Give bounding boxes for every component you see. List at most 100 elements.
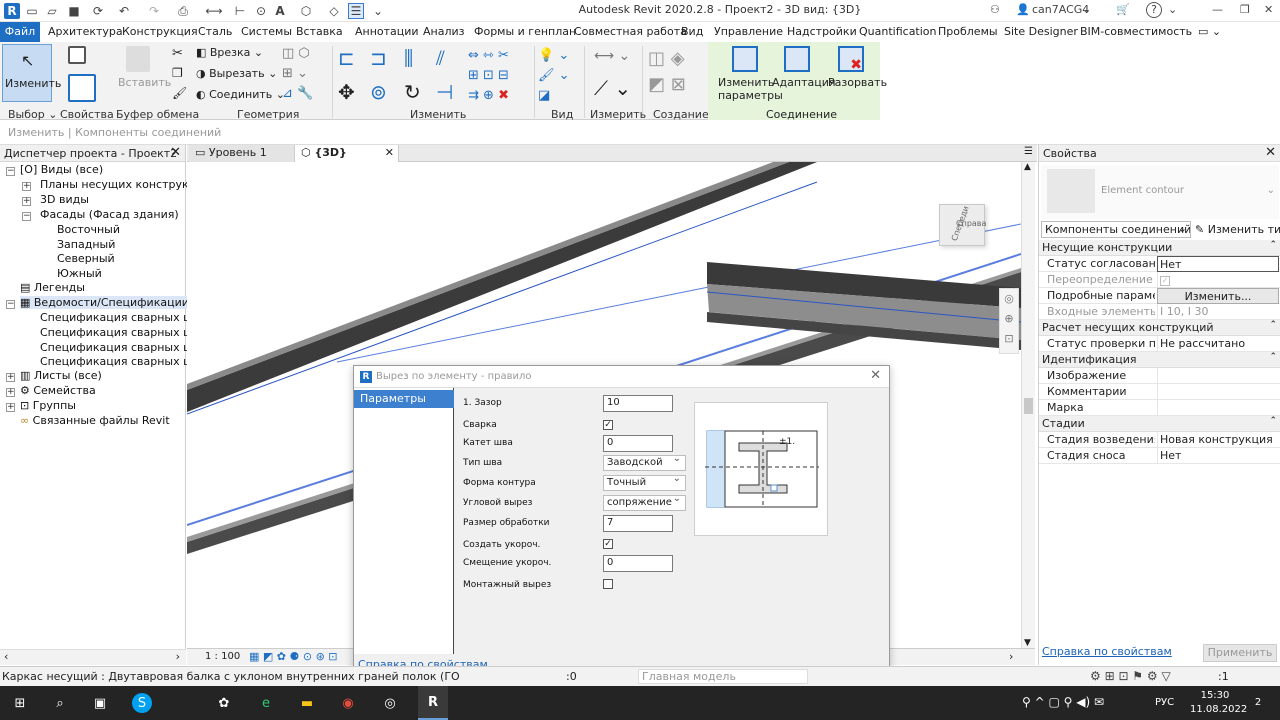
- tree-structural-plans[interactable]: Планы несущих конструкций: [40, 178, 210, 191]
- details-edit-button[interactable]: Изменить...: [1157, 288, 1279, 304]
- tab-addins[interactable]: Надстройки: [787, 25, 857, 38]
- tab-architecture[interactable]: Архитектура: [48, 25, 123, 38]
- trim-icon[interactable]: ⊣: [436, 80, 453, 104]
- browser-hscroll[interactable]: ‹ ›: [0, 649, 186, 665]
- tree-south[interactable]: Южный: [57, 267, 102, 280]
- help-dropdown-icon[interactable]: ⌄: [1168, 3, 1177, 16]
- binoculars-icon[interactable]: ⚇: [990, 3, 1000, 16]
- scissors-icon[interactable]: ✂: [172, 46, 183, 61]
- user-dropdown-icon[interactable]: ⌄: [1082, 3, 1091, 16]
- active-model[interactable]: Главная модель: [638, 669, 808, 684]
- selection-tools-icons[interactable]: ⚙ ⊞ ⊡ ⚑ ⚙ ▽: [1090, 669, 1171, 683]
- edit-params-icon[interactable]: [732, 46, 758, 72]
- tray-icons[interactable]: ⚲ ^ ▢ ⚲ ◀) ✉: [1022, 695, 1104, 709]
- properties-icon[interactable]: [68, 46, 86, 64]
- tree-east[interactable]: Восточный: [57, 223, 120, 236]
- tab-quantification[interactable]: Quantification: [859, 25, 937, 38]
- measure-tool-icon[interactable]: ⟷ ⌄: [594, 48, 630, 64]
- expand-icon[interactable]: +: [6, 388, 15, 397]
- tab-annotate[interactable]: Аннотации: [355, 25, 419, 38]
- cat-analysis[interactable]: Расчет несущих конструкций ⌃: [1039, 320, 1280, 336]
- tab-bim-interop[interactable]: BIM-совместимость: [1080, 25, 1192, 38]
- help-icon[interactable]: ?: [1146, 2, 1162, 18]
- corner-cut-select[interactable]: сопряжение: [603, 493, 686, 511]
- collapse-icon[interactable]: −: [6, 167, 15, 176]
- explorer-icon[interactable]: ▬: [297, 693, 317, 713]
- hscroll-right-icon[interactable]: ›: [1009, 650, 1013, 663]
- join-button[interactable]: ◐ Соединить ⌄: [196, 88, 285, 101]
- view-tools[interactable]: 💡 ⌄ 🖌 ⌄ ◪: [538, 46, 570, 106]
- short-offset-input[interactable]: 0: [603, 555, 673, 572]
- processing-size-input[interactable]: 7: [603, 515, 673, 532]
- redo-icon[interactable]: ↷: [146, 3, 162, 19]
- app-icon[interactable]: ✿: [214, 693, 234, 713]
- match-icon[interactable]: 🖌: [172, 86, 187, 100]
- tabs-menu-icon[interactable]: ☰: [1024, 146, 1033, 157]
- cat-identity[interactable]: Идентификация ⌃: [1039, 352, 1280, 368]
- group-select[interactable]: Выбор ⌄: [8, 108, 57, 121]
- instance-filter[interactable]: Компоненты соединений (1)⌄: [1041, 221, 1191, 238]
- chrome-icon[interactable]: ◉: [338, 693, 358, 713]
- expand-icon[interactable]: +: [22, 197, 31, 206]
- folder-icon[interactable]: ▱: [44, 3, 60, 19]
- tree-elevations[interactable]: Фасады (Фасад здания): [40, 208, 179, 221]
- approval-field[interactable]: Нет: [1157, 256, 1279, 272]
- collapse-icon[interactable]: −: [6, 300, 15, 309]
- minimize-icon[interactable]: —: [1212, 3, 1223, 16]
- weld-type-select[interactable]: Заводской: [603, 453, 686, 471]
- modify-small-tools[interactable]: ⇔ ⇿ ✂ ⊞ ⊡ ⊟ ⇉ ⊕ ✖: [468, 46, 538, 106]
- view-scale[interactable]: 1 : 100: [205, 651, 240, 662]
- navigation-bar[interactable]: ◎ ⊕ ⊡: [999, 288, 1019, 354]
- offset-icon[interactable]: ⊐: [370, 46, 387, 70]
- text-icon[interactable]: A: [272, 3, 288, 19]
- geometry-tools-icon[interactable]: ◫ ⬡: [282, 46, 310, 61]
- properties-close-icon[interactable]: ✕: [1265, 145, 1276, 160]
- user-icon[interactable]: 👤: [1016, 3, 1030, 16]
- tree-3d-views[interactable]: 3D виды: [40, 193, 89, 206]
- tree-views-all[interactable]: [O] Виды (все): [20, 163, 103, 176]
- edit-params-button[interactable]: Изменить параметры: [718, 76, 783, 102]
- edit-type-button[interactable]: ✎ Изменить тип: [1195, 223, 1280, 236]
- copy-element-icon[interactable]: ⊚: [370, 80, 387, 104]
- cut-button[interactable]: ◑ Вырезать ⌄: [196, 67, 277, 80]
- tree-legends[interactable]: ▤ Легенды: [20, 281, 85, 294]
- tree-north[interactable]: Северный: [57, 252, 115, 265]
- explode-icon[interactable]: ✖: [838, 46, 864, 73]
- sync-icon[interactable]: ⟳: [90, 3, 106, 19]
- restore-icon[interactable]: ❐: [1240, 3, 1250, 16]
- paste-icon[interactable]: [126, 46, 150, 72]
- tab-insert[interactable]: Вставка: [296, 25, 343, 38]
- skype-icon[interactable]: S: [132, 693, 152, 713]
- notification-badge[interactable]: 2: [1248, 693, 1268, 713]
- contour-select[interactable]: Точный: [603, 473, 686, 491]
- tab-massing[interactable]: Формы и генплан: [474, 25, 576, 38]
- mirror-draw-icon[interactable]: ⫽: [436, 46, 445, 70]
- close-icon[interactable]: ✕: [1264, 3, 1273, 16]
- apply-button[interactable]: Применить: [1203, 644, 1277, 662]
- dimension-tool-icon[interactable]: ⟋ ⌄: [594, 76, 631, 100]
- move-icon[interactable]: ✥: [338, 80, 355, 104]
- weld-checkbox[interactable]: ✓: [603, 420, 613, 430]
- expand-icon[interactable]: +: [6, 403, 15, 412]
- save-icon[interactable]: ■: [66, 3, 82, 19]
- tab-3d[interactable]: ⬡ {3D} ✕: [295, 145, 399, 162]
- align-icon[interactable]: ⊏: [338, 46, 355, 70]
- tab-site-designer[interactable]: Site Designer: [1004, 25, 1078, 38]
- scroll-thumb[interactable]: [1024, 398, 1033, 414]
- create-tools[interactable]: ◫ ◈ ◩ ⊠: [648, 46, 686, 98]
- type-selector[interactable]: Element contour ⌄: [1041, 165, 1279, 219]
- language-indicator[interactable]: РУС: [1155, 697, 1174, 708]
- print-icon[interactable]: ⎙: [175, 3, 191, 19]
- paint-icon[interactable]: ⊿ 🔧: [282, 86, 313, 101]
- tree-west[interactable]: Западный: [57, 238, 115, 251]
- tab-level-1[interactable]: ▭ Уровень 1: [189, 145, 295, 162]
- adapt-button[interactable]: Адаптация: [772, 76, 835, 89]
- tab-structure[interactable]: Конструкция: [122, 25, 198, 38]
- search-icon[interactable]: ⌕: [50, 693, 70, 713]
- undo-icon[interactable]: ↶: [116, 3, 132, 19]
- windows-start-icon[interactable]: ⊞: [10, 693, 30, 713]
- tab-issues[interactable]: Проблемы: [938, 25, 998, 38]
- user-name[interactable]: can7ACG4: [1032, 3, 1089, 16]
- tab-systems[interactable]: Системы: [241, 25, 292, 38]
- rotate-icon[interactable]: ↻: [404, 80, 421, 104]
